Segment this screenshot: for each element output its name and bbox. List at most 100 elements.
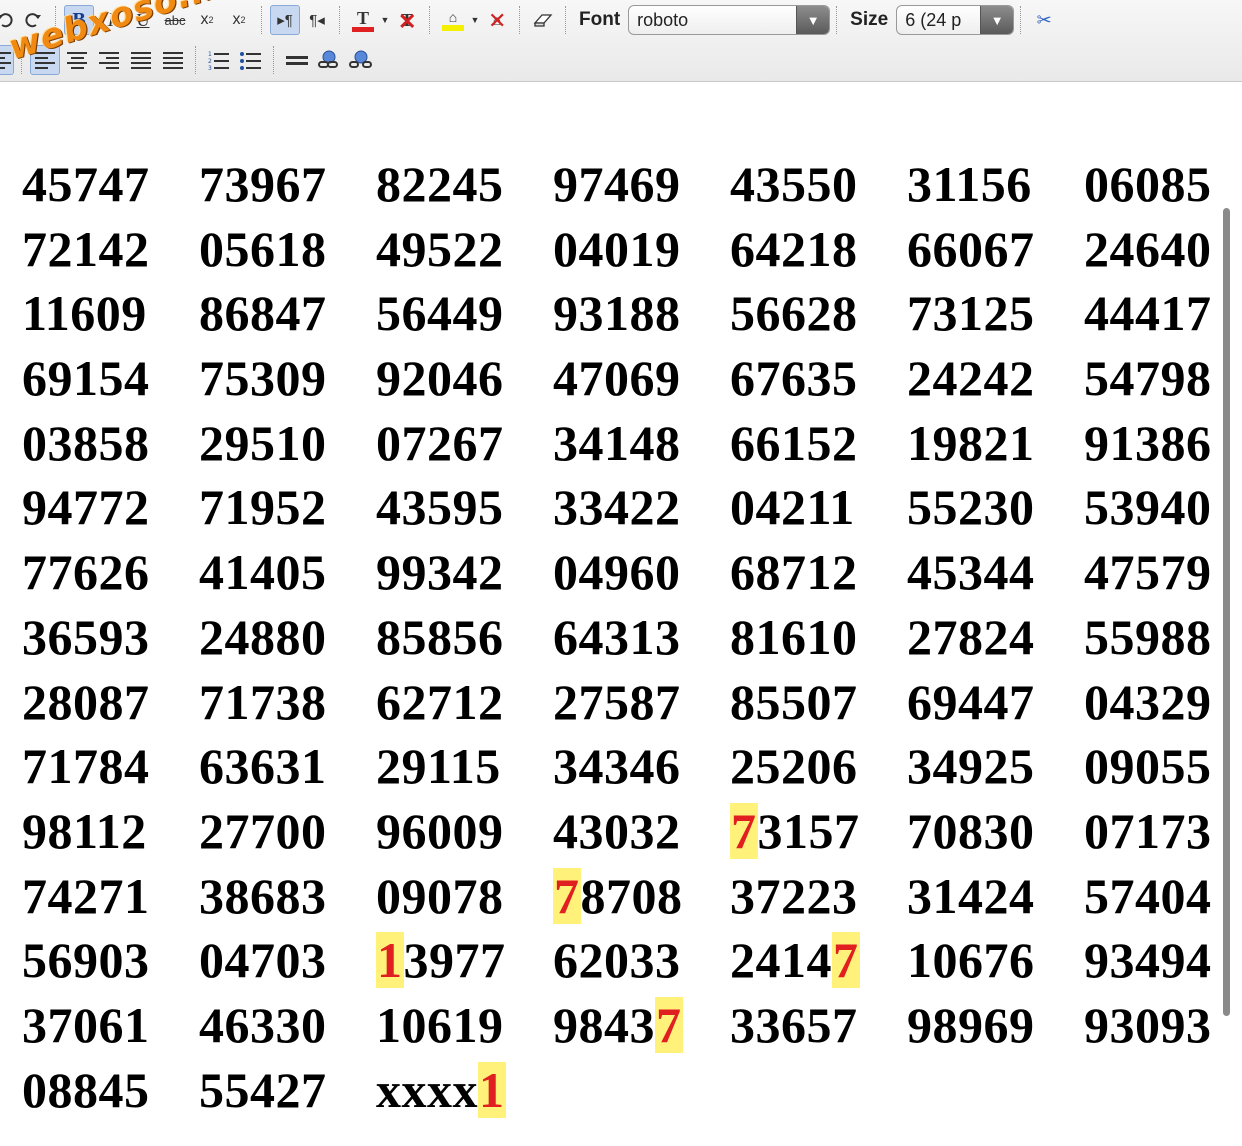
number-cell: 31424 (907, 867, 1035, 924)
number-cell: 09078 (376, 867, 504, 924)
align-right-icon[interactable] (94, 45, 124, 75)
number-cell: 24242 (907, 350, 1035, 407)
eraser-icon[interactable] (528, 5, 558, 35)
number-cell: 73125 (907, 285, 1035, 342)
ltr-icon[interactable]: ▸¶ (270, 5, 300, 35)
superscript-icon[interactable]: x2 (224, 5, 254, 35)
number-cell: 81610 (730, 608, 858, 665)
link-icon[interactable] (314, 45, 344, 75)
number-cell: 93093 (1084, 996, 1212, 1053)
number-cell: 33657 (730, 996, 858, 1053)
number-cell: 44417 (1084, 285, 1212, 342)
indent-icon[interactable] (158, 45, 188, 75)
number-cell: 62712 (376, 673, 504, 730)
number-cell: 49522 (376, 220, 504, 277)
toolbar-separator (261, 6, 263, 34)
number-text: 3157 (757, 802, 860, 859)
highlight-color-dropdown[interactable]: ▼ (469, 5, 481, 35)
number-cell: 62033 (553, 932, 681, 989)
text-color-icon[interactable]: T (348, 5, 378, 35)
number-text: 2414 (730, 932, 832, 989)
number-cell: 63631 (199, 738, 327, 795)
number-cell: 34148 (553, 414, 681, 471)
highlighted-digit: 7 (730, 802, 758, 859)
remove-text-color-icon[interactable]: T ✕ (392, 5, 422, 35)
justify-icon[interactable] (126, 45, 156, 75)
number-cell: 74271 (22, 867, 150, 924)
number-cell: 71952 (199, 479, 327, 536)
number-cell: 45344 (907, 544, 1035, 601)
number-cell: 28087 (22, 673, 150, 730)
number-cell: 56449 (376, 285, 504, 342)
remove-highlight-icon[interactable]: ⌂ ✕ (482, 5, 512, 35)
size-label: Size (850, 9, 889, 30)
unordered-list-icon[interactable] (236, 45, 266, 75)
number-cell: 69154 (22, 350, 150, 407)
number-cell: 24880 (199, 608, 327, 665)
number-cell: 04019 (553, 220, 681, 277)
cut-icon[interactable]: ✂ (1029, 5, 1059, 35)
highlighted-digit: 7 (655, 996, 683, 1053)
size-select[interactable]: 6 (24 p ▼ (896, 5, 1015, 35)
rtl-icon[interactable]: ¶◂ (302, 5, 332, 35)
toolbar-separator (195, 46, 197, 74)
number-cell: xxxx1 (376, 1058, 553, 1123)
horizontal-rule-icon[interactable] (282, 45, 312, 75)
number-cell: 98969 (907, 996, 1035, 1053)
number-cell: 55988 (1084, 608, 1212, 665)
ordered-list-icon[interactable]: 123 (204, 45, 234, 75)
number-cell: 43550 (730, 156, 858, 212)
number-cell: 03858 (22, 414, 150, 471)
number-cell: 25206 (730, 738, 858, 795)
number-cell: 98112 (22, 802, 147, 859)
number-cell: 54798 (1084, 350, 1212, 407)
number-cell: 86847 (199, 285, 327, 342)
number-cell: 34346 (553, 738, 681, 795)
number-cell: 47069 (553, 350, 681, 407)
highlighted-digit: 1 (376, 932, 404, 989)
highlighted-digit: 7 (832, 932, 860, 989)
number-cell: 93494 (1084, 932, 1212, 989)
number-cell: 09055 (1084, 738, 1212, 795)
number-cell: 24640 (1084, 220, 1212, 277)
number-cell: 19821 (907, 414, 1035, 471)
font-label: Font (579, 9, 621, 30)
number-cell: 27824 (907, 608, 1035, 665)
number-cell: 46330 (199, 996, 327, 1053)
number-cell: 55230 (907, 479, 1035, 536)
number-text: xxxx (376, 1061, 478, 1118)
number-cell: 92046 (376, 350, 504, 407)
number-text: 8708 (580, 867, 683, 924)
highlight-color-icon[interactable]: ⌂ (438, 5, 468, 35)
number-cell: 07173 (1084, 802, 1212, 859)
highlighted-digit: 7 (553, 867, 581, 924)
number-cell: 07267 (376, 414, 504, 471)
scrollbar[interactable] (1223, 208, 1230, 1016)
number-cell: 66152 (730, 414, 858, 471)
number-cell: 55427 (199, 1061, 327, 1118)
font-select-value: roboto (637, 9, 689, 30)
number-cell: 36593 (22, 608, 150, 665)
font-select[interactable]: roboto ▼ (628, 5, 831, 35)
number-cell: 11609 (22, 285, 147, 342)
number-cell: 29115 (376, 738, 501, 795)
number-cell: 06085 (1084, 156, 1212, 212)
number-cell: 93188 (553, 285, 681, 342)
text-color-dropdown[interactable]: ▼ (379, 5, 391, 35)
editor-toolbar: B I U abc x2 x2 ▸¶ ¶◂ T ▼ T ✕ ⌂ ▼ ⌂ ✕ Font… (0, 0, 1242, 82)
toolbar-separator (429, 6, 431, 34)
number-cell: 37061 (22, 996, 150, 1053)
svg-text:3: 3 (208, 65, 212, 70)
editor-content[interactable]: 45747 73967 82245 97469 43550 31156 06085 72142… (0, 90, 1242, 1146)
number-cell: 96009 (376, 802, 504, 859)
toolbar-separator (519, 6, 521, 34)
number-cell: 04211 (730, 479, 855, 536)
number-cell: 43595 (376, 479, 504, 536)
number-cell: 73157 (730, 799, 907, 864)
number-cell: 10676 (907, 932, 1035, 989)
svg-text:1: 1 (208, 51, 212, 58)
unlink-icon[interactable] (346, 45, 376, 75)
number-text: 3977 (403, 932, 506, 989)
number-cell: 37223 (730, 867, 858, 924)
number-cell: 33422 (553, 479, 681, 536)
